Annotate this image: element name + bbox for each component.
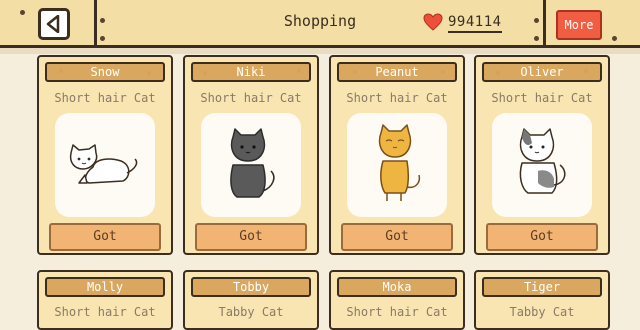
page-title: Shopping — [283, 12, 357, 30]
cat-name: Niki — [191, 62, 311, 82]
got-button[interactable]: Got — [49, 223, 161, 251]
heart-icon — [423, 13, 443, 31]
cat-image — [55, 113, 155, 217]
cat-type: Short hair Cat — [200, 91, 302, 105]
cat-card: Moka Short hair Cat — [329, 270, 465, 330]
cat-card: Tobby Tabby Cat — [183, 270, 319, 330]
got-button[interactable]: Got — [195, 223, 307, 251]
cat-card: Tiger Tabby Cat — [474, 270, 610, 330]
nail-icon — [100, 36, 105, 41]
gray-cat-sitting-icon — [230, 128, 275, 198]
cat-type: Short hair Cat — [54, 305, 156, 319]
nail-icon — [534, 36, 539, 41]
white-cat-lying-icon — [69, 144, 138, 184]
more-button[interactable]: More — [556, 10, 602, 40]
cat-type: Short hair Cat — [54, 91, 156, 105]
cat-type: Tabby Cat — [509, 305, 575, 319]
cat-name: Tiger — [482, 277, 602, 297]
shelf-shadow — [0, 48, 640, 54]
nail-icon — [534, 18, 539, 23]
cat-image — [347, 113, 447, 217]
cat-type: Tabby Cat — [218, 305, 284, 319]
back-arrow-icon — [46, 15, 60, 33]
got-button[interactable]: Got — [486, 223, 598, 251]
cat-name: Moka — [337, 277, 457, 297]
cat-type: Short hair Cat — [346, 305, 448, 319]
cat-card: Snow Short hair Cat Got — [37, 55, 173, 255]
cat-type: Short hair Cat — [346, 91, 448, 105]
cat-card: Niki Short hair Cat Got — [183, 55, 319, 255]
orange-cat-sitting-icon — [378, 124, 421, 201]
cat-image — [492, 113, 592, 217]
nail-icon — [20, 10, 25, 15]
cat-name: Tobby — [191, 277, 311, 297]
cat-name: Molly — [45, 277, 165, 297]
currency-amount: 994114 — [448, 14, 502, 33]
cat-image — [201, 113, 301, 217]
cat-type: Short hair Cat — [491, 91, 593, 105]
plank-divider — [94, 0, 97, 45]
cat-card: Oliver Short hair Cat Got — [474, 55, 610, 255]
cat-card: Peanut Short hair Cat Got — [329, 55, 465, 255]
nail-icon — [100, 18, 105, 23]
got-button[interactable]: Got — [341, 223, 453, 251]
cat-card: Molly Short hair Cat — [37, 270, 173, 330]
top-bar: Shopping 994114 More — [0, 0, 640, 48]
back-button[interactable] — [38, 8, 70, 40]
calico-cat-sitting-icon — [519, 128, 566, 194]
nail-icon — [612, 36, 617, 41]
plank-divider — [543, 0, 546, 45]
